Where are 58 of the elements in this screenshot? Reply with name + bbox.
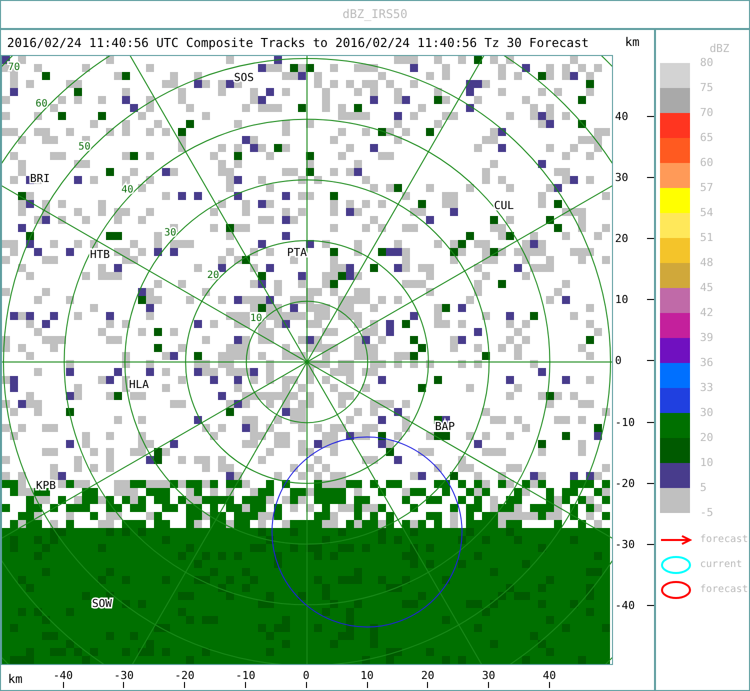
scale-label: 48 xyxy=(700,257,714,269)
scale-label: 30 xyxy=(700,407,714,419)
range-label: 10 xyxy=(250,313,262,324)
axis-unit: km xyxy=(625,35,640,49)
scale-label: 75 xyxy=(700,82,714,94)
scale-label: 45 xyxy=(700,282,714,294)
window-title: dBZ_IRS50 xyxy=(1,1,749,30)
range-label: 30 xyxy=(164,227,176,238)
range-label: 70 xyxy=(8,62,20,73)
x-tick-label: -10 xyxy=(235,669,256,682)
scale-label: 70 xyxy=(700,107,714,119)
legend-title: dBZ xyxy=(710,42,730,55)
x-tick-label: 30 xyxy=(482,669,496,682)
scale-label: 80 xyxy=(700,57,714,69)
plot-title: 2016/02/24 11:40:56 UTC Composite Tracks to 2016/02/24 11:40:56 Tz 30 Forecast xyxy=(6,34,589,52)
station-label: CUL xyxy=(494,199,514,212)
scale-label: 36 xyxy=(700,357,714,369)
axis-unit: km xyxy=(8,672,22,686)
x-tick-label: -40 xyxy=(53,669,73,682)
scale-label: 51 xyxy=(700,232,714,244)
station-label: BAP xyxy=(435,420,455,433)
x-tick-label: 40 xyxy=(542,669,556,682)
y-tick-label: -40 xyxy=(614,599,635,612)
y-tick-label: -20 xyxy=(614,476,635,490)
range-label: 20 xyxy=(207,270,220,282)
scale-label: 10 xyxy=(700,457,714,469)
scale-label: 5 xyxy=(700,482,707,494)
legend-label: forecast xyxy=(700,534,748,545)
range-label: 50 xyxy=(78,141,90,152)
y-tick-label: -10 xyxy=(614,416,635,428)
y-tick-label: -30 xyxy=(614,538,635,551)
scale-label: 33 xyxy=(700,382,714,394)
scale-label: 42 xyxy=(700,307,714,319)
range-label: 40 xyxy=(121,184,134,196)
x-tick-label: 20 xyxy=(421,669,434,682)
y-tick-label: 0 xyxy=(614,354,622,368)
scale-label: 39 xyxy=(700,332,714,344)
legend-label: current xyxy=(700,559,742,570)
range-label: 60 xyxy=(36,98,48,110)
x-tick-label: 0 xyxy=(302,669,310,682)
x-tick-label: -20 xyxy=(174,669,195,682)
legend-label: forecast xyxy=(700,584,748,595)
y-tick-label: 20 xyxy=(614,232,628,245)
y-tick-label: 30 xyxy=(614,170,628,184)
x-tick-label: 10 xyxy=(360,669,374,682)
station-label: SOS xyxy=(234,71,254,84)
scale-label: -5 xyxy=(700,507,714,519)
scale-label: 54 xyxy=(700,207,714,219)
x-tick-label: -30 xyxy=(114,669,134,682)
scale-label: 57 xyxy=(700,182,714,194)
y-tick-label: 40 xyxy=(614,110,628,122)
station-label: HLA xyxy=(129,378,149,391)
station-label: SOW xyxy=(92,597,112,610)
scale-label: 60 xyxy=(700,157,714,169)
scale-label: 65 xyxy=(700,132,714,144)
station-label: HTB xyxy=(90,248,110,261)
scale-label: 20 xyxy=(700,432,714,444)
y-tick-label: 10 xyxy=(614,293,628,306)
